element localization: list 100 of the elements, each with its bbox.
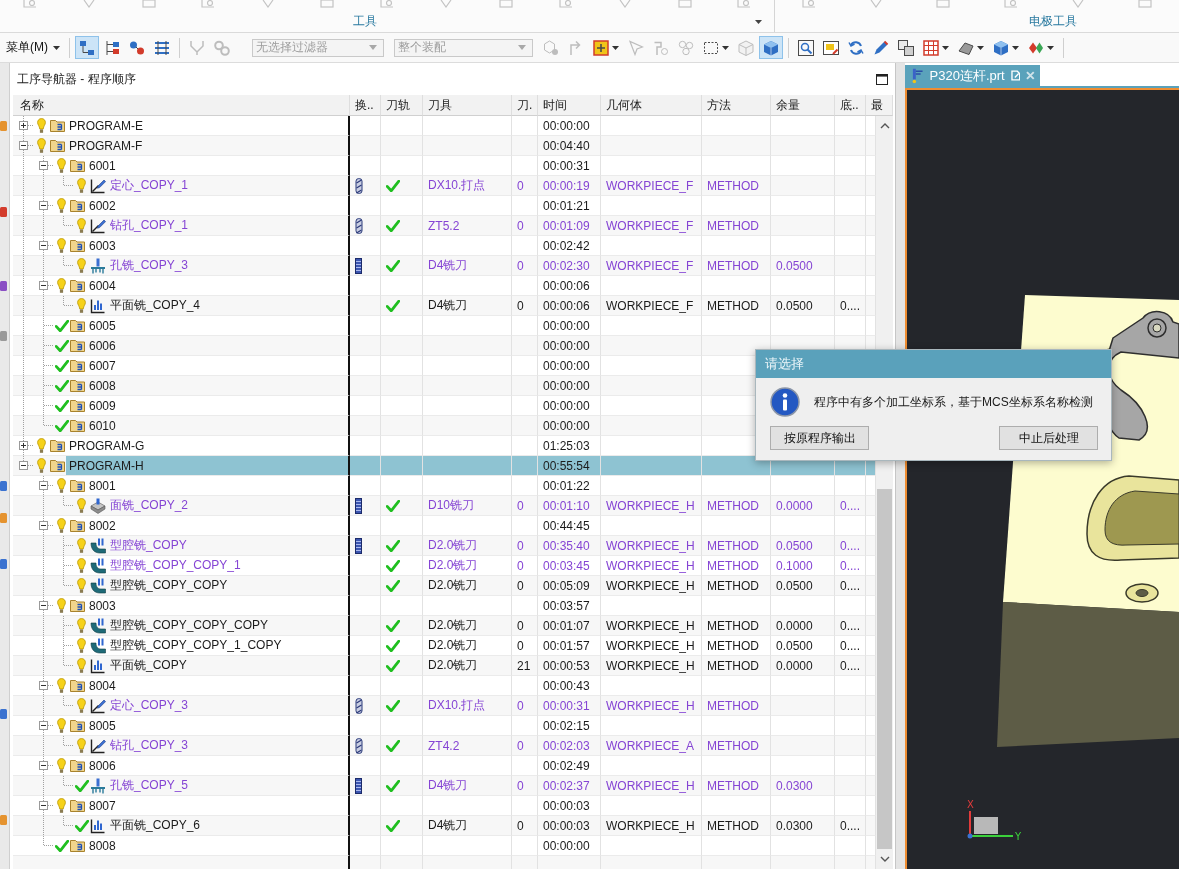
group-label: 工具	[353, 13, 377, 30]
geometry-name: WORKPIECE_H	[606, 558, 695, 573]
time-text: 00:00:06	[543, 278, 590, 293]
number-text: 0	[517, 298, 524, 313]
program-name: 8002	[89, 518, 116, 533]
tool-name: ZT4.2	[428, 738, 460, 753]
tool-name: D4铣刀	[428, 817, 468, 834]
program-name: 8005	[89, 718, 116, 733]
tool-name: D2.0铣刀	[428, 577, 478, 594]
method-name: METHOD	[707, 258, 759, 273]
tool-name: D2.0铣刀	[428, 537, 478, 554]
geometry-name: WORKPIECE_H	[606, 818, 695, 833]
axis-label: Y	[1015, 831, 1022, 842]
time-text: 00:00:00	[543, 838, 590, 853]
method-name: METHOD	[707, 658, 759, 673]
tool-name: D2.0铣刀	[428, 637, 478, 654]
method-name: METHOD	[707, 698, 759, 713]
value-text: 0....	[840, 558, 860, 573]
panel-title: 工序导航器 - 程序顺序	[17, 70, 136, 88]
program-name: 6007	[89, 358, 116, 373]
geometry-name: WORKPIECE_H	[606, 638, 695, 653]
program-name: 8007	[89, 798, 116, 813]
method-name: METHOD	[707, 538, 759, 553]
number-text: 0	[517, 818, 524, 833]
number-text: 0	[517, 178, 524, 193]
time-text: 00:01:07	[543, 618, 590, 633]
operation-name: 型腔铣_COPY_COPY	[110, 577, 228, 594]
number-text: 0	[517, 558, 524, 573]
value-text: 0....	[840, 618, 860, 633]
dialog-title: 请选择	[765, 355, 804, 373]
tool-name: ZT5.2	[428, 218, 460, 233]
method-name: METHOD	[707, 558, 759, 573]
time-text: 00:02:03	[543, 738, 590, 753]
time-text: 00:00:03	[543, 798, 590, 813]
time-text: 00:05:09	[543, 578, 590, 593]
number-text: 0	[517, 738, 524, 753]
stock-value: 0.0500	[776, 578, 813, 593]
program-name: 6001	[89, 158, 116, 173]
program-name: 6010	[89, 418, 116, 433]
time-text: 00:04:40	[543, 138, 590, 153]
stock-value: 0.0000	[776, 498, 813, 513]
program-name: 6006	[89, 338, 116, 353]
number-text: 0	[517, 618, 524, 633]
geometry-name: WORKPIECE_F	[606, 298, 694, 313]
program-name: 8001	[89, 478, 116, 493]
value-text: 0....	[840, 658, 860, 673]
number-text: 0	[517, 698, 524, 713]
tool-name: DX10.打点	[428, 177, 486, 194]
program-name: PROGRAM-G	[69, 438, 145, 453]
stock-value: 0.0300	[776, 818, 813, 833]
time-text: 00:00:00	[543, 118, 590, 133]
time-text: 00:00:19	[543, 178, 590, 193]
geometry-name: WORKPIECE_H	[606, 618, 695, 633]
value-text: 0....	[840, 298, 860, 313]
number-text: 21	[517, 658, 531, 673]
tool-name: DX10.打点	[428, 697, 486, 714]
tab-label: P320连杆.prt	[929, 66, 1005, 85]
program-name: 6004	[89, 278, 116, 293]
time-text: 00:02:37	[543, 778, 590, 793]
time-text: 00:00:00	[543, 318, 590, 333]
geometry-name: WORKPIECE_F	[606, 258, 694, 273]
time-text: 00:01:22	[543, 478, 590, 493]
number-text: 0	[517, 258, 524, 273]
value-text: 0....	[840, 498, 860, 513]
tool-name: D2.0铣刀	[428, 657, 478, 674]
time-text: 00:44:45	[543, 518, 590, 533]
tool-name: D4铣刀	[428, 297, 468, 314]
operation-name: 孔铣_COPY_5	[110, 777, 189, 794]
operation-name: 钻孔_COPY_3	[110, 737, 189, 754]
time-text: 00:01:10	[543, 498, 590, 513]
time-text: 00:55:54	[543, 458, 590, 473]
number-text: 0	[517, 498, 524, 513]
axis-label: X	[967, 799, 974, 810]
program-name: 6002	[89, 198, 116, 213]
time-text: 00:01:57	[543, 638, 590, 653]
time-text: 00:00:00	[543, 358, 590, 373]
method-name: METHOD	[707, 818, 759, 833]
program-name: 6008	[89, 378, 116, 393]
stock-value: 0.0000	[776, 658, 813, 673]
method-name: METHOD	[707, 498, 759, 513]
time-text: 00:00:00	[543, 398, 590, 413]
method-name: METHOD	[707, 578, 759, 593]
stock-value: 0.0500	[776, 538, 813, 553]
time-text: 00:00:31	[543, 158, 590, 173]
method-name: METHOD	[707, 218, 759, 233]
number-text: 0	[517, 778, 524, 793]
time-text: 00:00:06	[543, 298, 590, 313]
time-text: 00:01:09	[543, 218, 590, 233]
method-name: METHOD	[707, 178, 759, 193]
number-text: 0	[517, 638, 524, 653]
time-text: 00:02:30	[543, 258, 590, 273]
program-name: PROGRAM-E	[69, 118, 143, 133]
tool-name: D10铣刀	[428, 497, 474, 514]
time-text: 00:02:49	[543, 758, 590, 773]
program-name: PROGRAM-H	[69, 458, 144, 473]
time-text: 00:00:03	[543, 818, 590, 833]
geometry-name: WORKPIECE_F	[606, 218, 694, 233]
time-text: 00:00:00	[543, 418, 590, 433]
tool-name: D2.0铣刀	[428, 617, 478, 634]
time-text: 00:02:15	[543, 718, 590, 733]
